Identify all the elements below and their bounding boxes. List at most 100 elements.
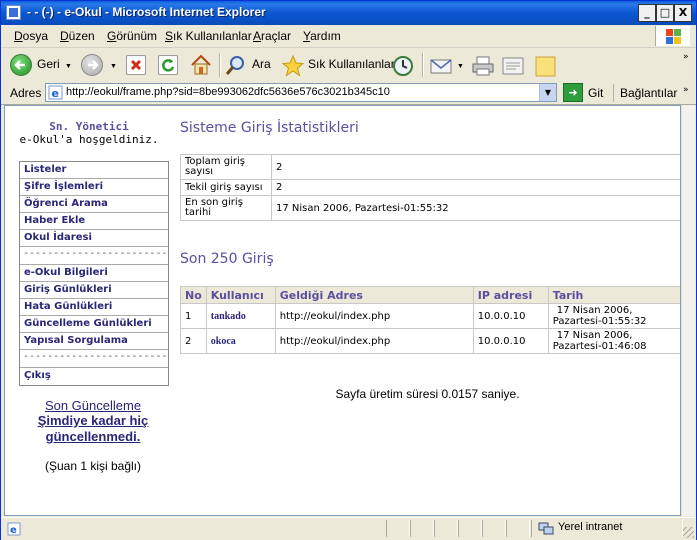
ie-window-icon — [6, 5, 21, 20]
page-status-icon: e — [7, 522, 21, 536]
search-label: Ara — [252, 57, 271, 71]
maximize-button[interactable]: □ — [656, 4, 674, 22]
menu-gorunum[interactable]: Görünüm — [107, 29, 157, 43]
nav-separator: ------------------------- — [20, 350, 168, 368]
history-button[interactable] — [391, 51, 417, 79]
close-button[interactable]: X — [674, 4, 692, 22]
search-icon — [225, 56, 244, 75]
last-update-link[interactable]: Şimdiye kadar hiç güncellenmedi. — [5, 413, 181, 445]
forward-button[interactable]: ▼ — [79, 51, 119, 79]
cell-ip: 10.0.0.10 — [472, 328, 549, 354]
stat-key: Tekil giriş sayısı — [180, 179, 272, 196]
title-bar[interactable]: - - (-) - e-Okul - Microsoft Internet Ex… — [1, 1, 696, 25]
mail-button[interactable]: ▼ — [429, 51, 467, 79]
table-header-row: No Kullanıcı Geldiği Adres IP adresi Tar… — [180, 286, 680, 304]
stat-key: En son giriş tarihi — [180, 195, 272, 221]
table-row: Toplam giriş sayısı 2 — [180, 154, 680, 180]
note-icon — [535, 56, 556, 77]
cell-from: http://eokul/index.php — [274, 328, 474, 354]
stats-heading: Sisteme Giriş İstatistikleri — [180, 120, 359, 136]
favorites-label: Sık Kullanılanlar — [308, 57, 395, 71]
address-dropdown-icon[interactable]: ▼ — [539, 84, 556, 101]
table-row: En son giriş tarihi 17 Nisan 2006, Pazar… — [180, 195, 680, 221]
status-cell — [458, 520, 482, 537]
back-dropdown-icon[interactable]: ▼ — [65, 63, 72, 70]
toolbar-separator — [422, 53, 424, 77]
stats-table: Toplam giriş sayısı 2 Tekil giriş sayısı… — [180, 154, 680, 221]
nav-item-giris-gunlukleri[interactable]: Giriş Günlükleri — [20, 282, 168, 299]
nav-item-okul-idaresi[interactable]: Okul İdaresi — [20, 230, 168, 247]
star-icon — [281, 54, 305, 77]
resize-grip[interactable] — [683, 527, 694, 538]
history-icon — [393, 56, 413, 76]
refresh-button[interactable] — [158, 51, 180, 79]
back-button[interactable]: Geri ▼ — [7, 51, 77, 79]
table-row: 1 tankado http://eokul/index.php 10.0.0.… — [180, 303, 680, 329]
nav-separator: ------------------------- — [20, 247, 168, 265]
stop-button[interactable] — [126, 51, 148, 79]
cell-user[interactable]: okoca — [205, 328, 276, 354]
address-input[interactable]: e http://eokul/frame.php?sid=8be993062df… — [45, 83, 557, 102]
back-label: Geri — [37, 57, 60, 71]
minimize-button[interactable]: _ — [638, 4, 656, 22]
nav-item-haber-ekle[interactable]: Haber Ekle — [20, 213, 168, 230]
address-bar: Adres e http://eokul/frame.php?sid=8be99… — [1, 82, 696, 105]
recent-logins-table: No Kullanıcı Geldiği Adres IP adresi Tar… — [180, 286, 680, 354]
messenger-button[interactable] — [534, 51, 558, 79]
search-button[interactable]: Ara — [224, 51, 274, 79]
address-url: http://eokul/frame.php?sid=8be993062dfc5… — [66, 86, 390, 98]
column-header-date: Tarih — [547, 286, 680, 304]
menu-dosya[interactable]: Dosya — [14, 29, 48, 43]
forward-dropdown-icon[interactable]: ▼ — [110, 63, 117, 70]
svg-text:e: e — [52, 87, 59, 100]
nav-menu: Listeler Şifre İşlemleri Öğrenci Arama H… — [19, 161, 169, 386]
status-cell — [434, 520, 458, 537]
nav-item-sifre-islemleri[interactable]: Şifre İşlemleri — [20, 179, 168, 196]
last-update-line1[interactable]: Şimdiye kadar hiç — [5, 413, 181, 429]
cell-date-line2: Pazartesi-01:55:32 — [552, 316, 647, 327]
cell-date-line1: 17 Nisan 2006, — [556, 330, 633, 341]
stop-icon — [126, 55, 146, 75]
go-button[interactable]: Git — [588, 86, 603, 100]
edit-button[interactable] — [501, 51, 527, 79]
status-bar: e Yerel intranet — [1, 517, 696, 540]
links-chevron-icon[interactable]: » — [683, 85, 689, 95]
left-frame: Sn. Yönetici e-Okul'a hoşgeldiniz. Liste… — [5, 106, 173, 515]
menu-favorites[interactable]: Sık Kullanılanlar — [165, 29, 252, 43]
menu-araclar[interactable]: Araçlar — [253, 29, 291, 43]
back-arrow-icon — [10, 54, 32, 76]
main-frame: Sisteme Giriş İstatistikleri Toplam giri… — [175, 106, 680, 515]
column-header-no: No — [180, 286, 207, 304]
edit-page-icon — [502, 57, 524, 75]
print-button[interactable] — [471, 51, 495, 79]
vertical-scrollbar[interactable] — [681, 105, 695, 516]
status-cell — [386, 520, 410, 537]
column-header-user: Kullanıcı — [205, 286, 276, 304]
nav-item-guncelleme-gunlukleri[interactable]: Güncelleme Günlükleri — [20, 316, 168, 333]
mail-dropdown-icon[interactable]: ▼ — [457, 63, 464, 70]
home-button[interactable] — [189, 51, 213, 79]
nav-item-hata-gunlukleri[interactable]: Hata Günlükleri — [20, 299, 168, 316]
nav-item-listeler[interactable]: Listeler — [20, 162, 168, 179]
page-viewport: Sn. Yönetici e-Okul'a hoşgeldiniz. Liste… — [4, 105, 681, 516]
svg-text:e: e — [10, 525, 17, 536]
toolbar-chevron-icon[interactable]: » — [683, 52, 689, 62]
nav-item-yapisal-sorgulama[interactable]: Yapısal Sorgulama — [20, 333, 168, 350]
nav-item-ogrenci-arama[interactable]: Öğrenci Arama — [20, 196, 168, 213]
intranet-zone-icon — [538, 522, 554, 535]
menu-duzen[interactable]: Düzen — [60, 29, 95, 43]
cell-from: http://eokul/index.php — [274, 303, 474, 329]
links-button[interactable]: Bağlantılar — [620, 86, 677, 100]
table-row: Tekil giriş sayısı 2 — [180, 179, 680, 196]
stat-key: Toplam giriş sayısı — [180, 154, 272, 180]
column-header-ip: IP adresi — [472, 286, 549, 304]
menu-yardim[interactable]: Yardım — [303, 29, 341, 43]
online-users-text: (Şuan 1 kişi bağlı) — [44, 459, 142, 473]
nav-item-cikis[interactable]: Çıkış — [20, 368, 168, 385]
favorites-button[interactable]: Sık Kullanılanlar — [281, 51, 395, 79]
go-arrow-icon[interactable]: ➜ — [563, 83, 583, 102]
address-label: Adres — [10, 86, 42, 100]
cell-user[interactable]: tankado — [205, 303, 276, 329]
nav-item-eokul-bilgileri[interactable]: e-Okul Bilgileri — [20, 265, 168, 282]
last-update-line2[interactable]: güncellenmedi. — [5, 429, 181, 445]
